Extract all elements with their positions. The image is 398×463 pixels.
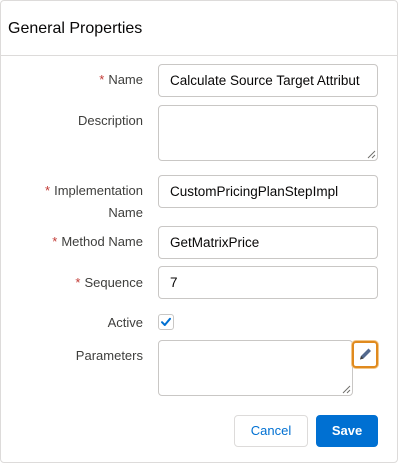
required-marker: *	[45, 183, 51, 198]
save-button[interactable]: Save	[316, 415, 378, 447]
parameters-textarea[interactable]	[158, 340, 353, 396]
method-name-label: * Method Name	[52, 234, 143, 249]
panel-header: General Properties	[1, 1, 397, 56]
resize-grip-icon[interactable]	[367, 150, 376, 159]
sequence-label: * Sequence	[75, 275, 143, 290]
parameters-label: Parameters	[75, 348, 143, 363]
general-properties-panel: General Properties * Name Calculate Sourc…	[0, 0, 398, 463]
description-label: Description	[77, 113, 143, 128]
required-marker: *	[99, 72, 105, 87]
implementation-name-label: * Implementation Name	[45, 183, 143, 220]
name-input[interactable]: Calculate Source Target Attribut	[158, 64, 378, 97]
method-name-input[interactable]: GetMatrixPrice	[158, 226, 378, 259]
description-textarea[interactable]	[158, 105, 378, 161]
panel-title: General Properties	[8, 20, 143, 37]
name-label: * Name	[99, 72, 143, 87]
implementation-name-input[interactable]: CustomPricingPlanStepImpl	[158, 175, 378, 208]
required-marker: *	[52, 234, 58, 249]
pencil-icon	[360, 348, 371, 360]
required-marker: *	[75, 275, 81, 290]
cancel-button[interactable]: Cancel	[234, 415, 308, 447]
active-label: Active	[107, 315, 143, 330]
edit-parameters-button[interactable]	[352, 341, 378, 368]
checkmark-icon	[161, 317, 171, 326]
resize-grip-icon[interactable]	[342, 385, 351, 394]
sequence-input[interactable]: 7	[158, 266, 378, 299]
active-checkbox[interactable]	[158, 314, 174, 330]
